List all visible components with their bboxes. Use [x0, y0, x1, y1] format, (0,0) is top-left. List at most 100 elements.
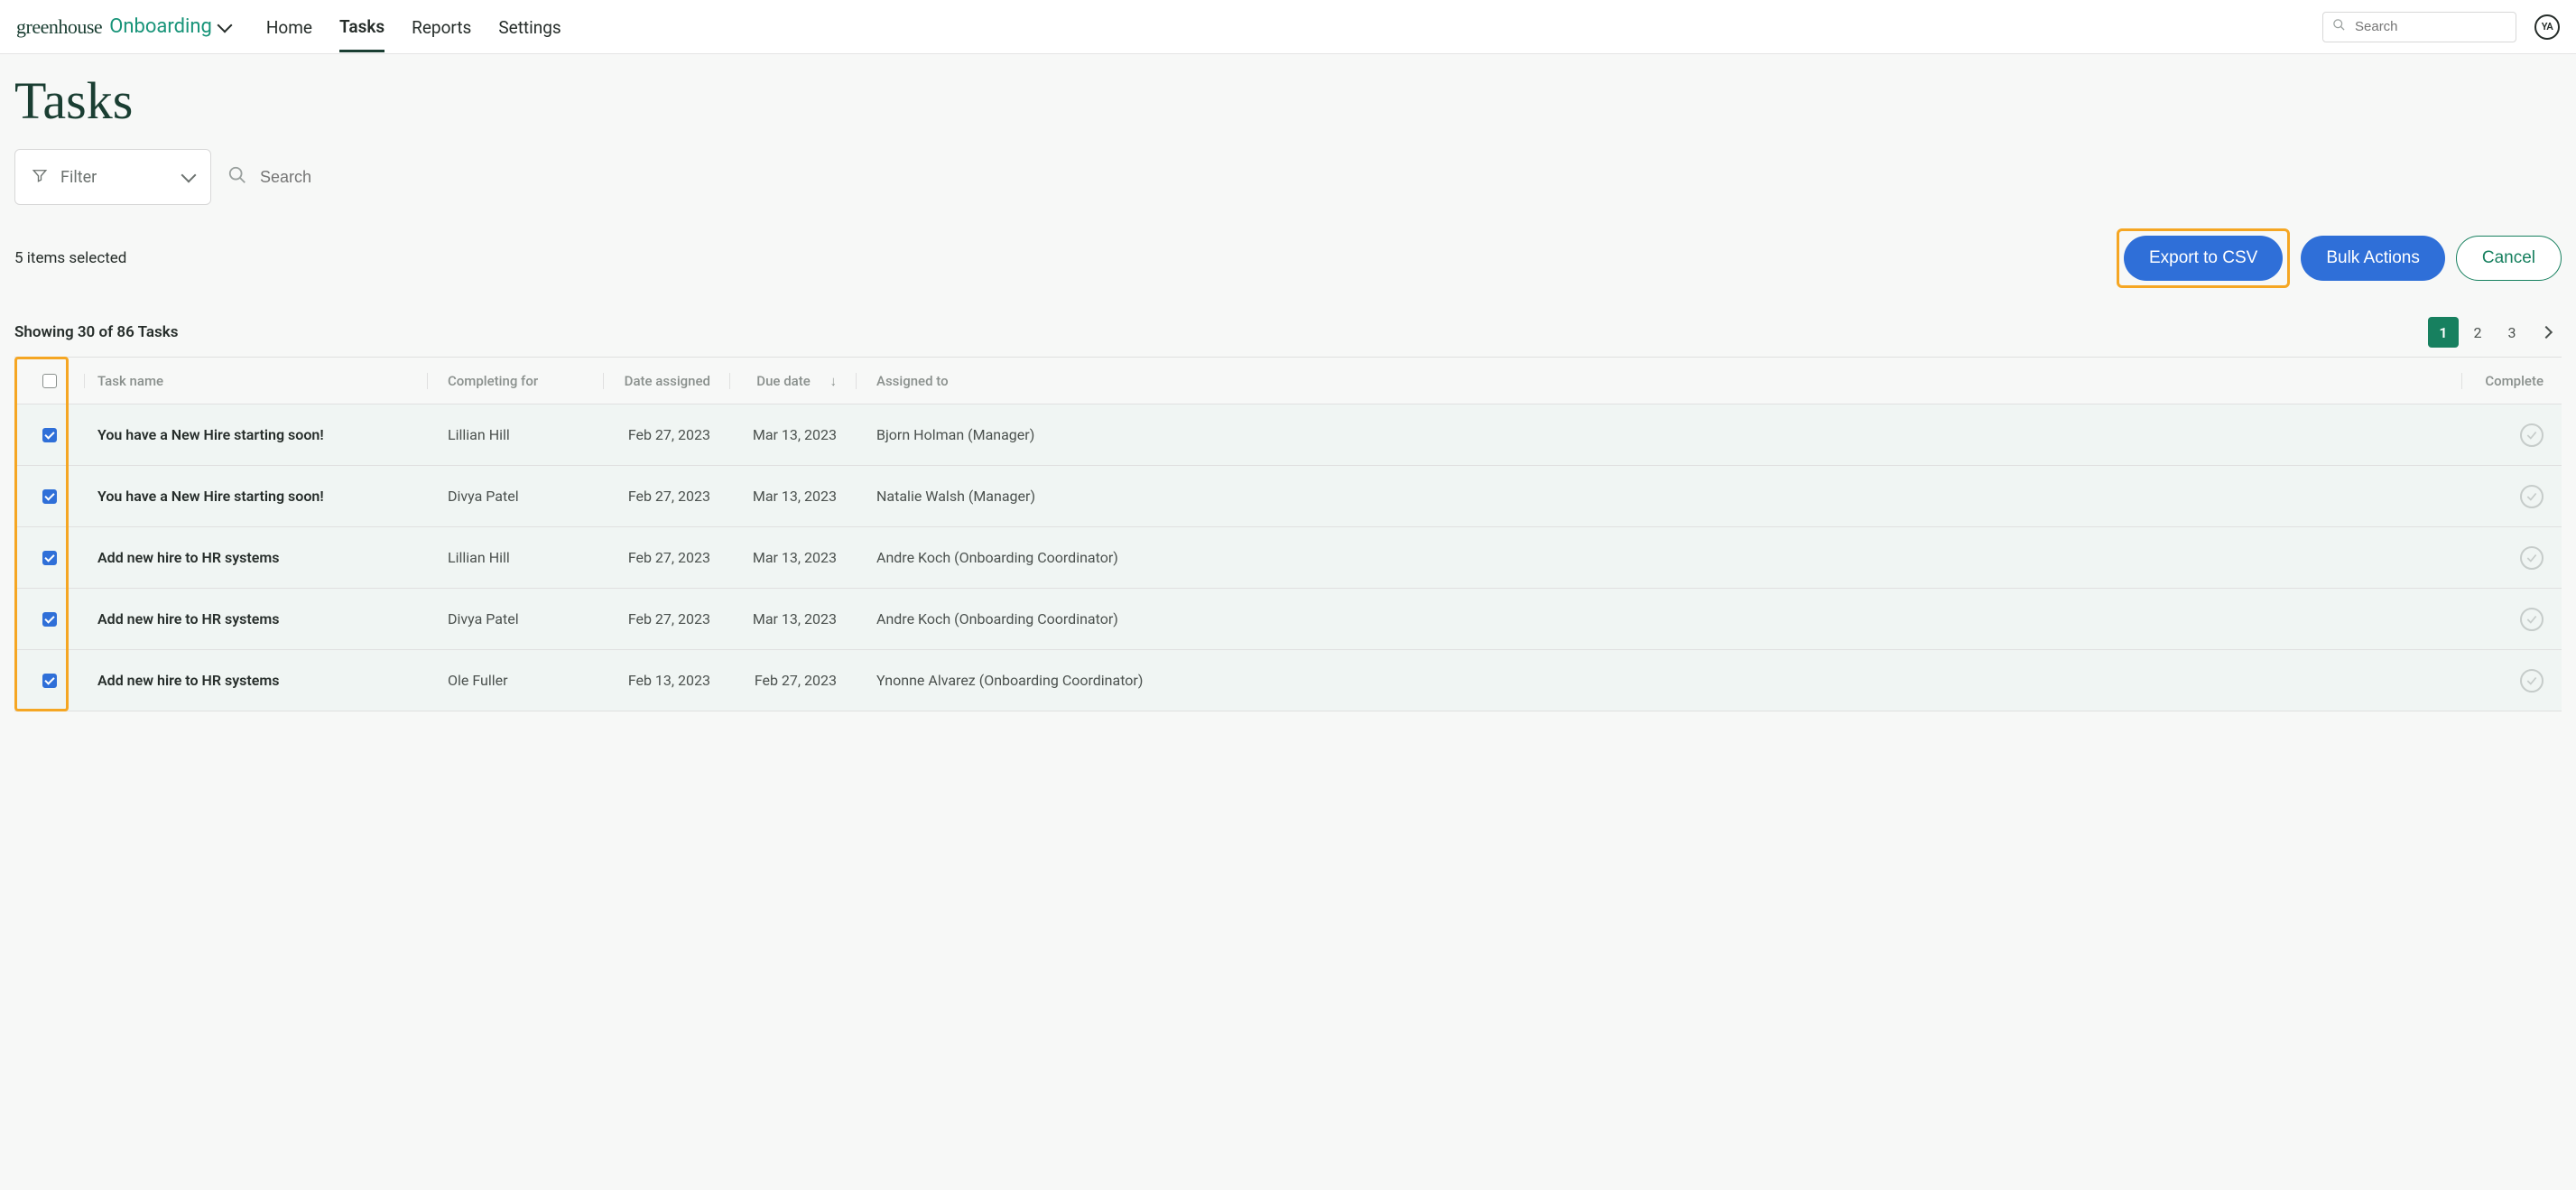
- highlight-export: Export to CSV: [2117, 228, 2290, 288]
- row-due-date: Feb 27, 2023: [730, 672, 857, 689]
- table-row[interactable]: Add new hire to HR systems Ole Fuller Fe…: [14, 650, 2562, 711]
- global-search-input[interactable]: [2355, 19, 2507, 34]
- nav-home[interactable]: Home: [266, 3, 312, 51]
- row-checkbox[interactable]: [42, 489, 57, 504]
- row-completing-for: Lillian Hill: [428, 549, 604, 566]
- row-assigned-to: Bjorn Holman (Manager): [857, 426, 2462, 443]
- row-assigned-to: Ynonne Alvarez (Onboarding Coordinator): [857, 672, 2462, 689]
- th-completing-for[interactable]: Completing for: [428, 373, 604, 389]
- row-task-name: You have a New Hire starting soon!: [85, 426, 428, 443]
- task-table-wrap: Task name Completing for Date assigned D…: [14, 357, 2562, 711]
- row-checkbox[interactable]: [42, 551, 57, 565]
- row-checkbox-cell: [14, 489, 85, 504]
- row-date-assigned: Feb 27, 2023: [604, 426, 730, 443]
- row-completing-for: Lillian Hill: [428, 426, 604, 443]
- search-icon: [227, 165, 247, 189]
- selected-count: 5 items selected: [14, 249, 126, 267]
- row-checkbox-cell: [14, 428, 85, 442]
- complete-toggle[interactable]: [2520, 423, 2544, 447]
- row-complete-cell: [2462, 608, 2562, 631]
- th-due-date[interactable]: Due date ↓: [730, 373, 857, 389]
- search-icon: [2332, 18, 2346, 35]
- row-checkbox-cell: [14, 551, 85, 565]
- th-assigned-to[interactable]: Assigned to: [857, 373, 2462, 389]
- row-checkbox-cell: [14, 612, 85, 627]
- table-row[interactable]: Add new hire to HR systems Divya Patel F…: [14, 589, 2562, 650]
- row-completing-for: Divya Patel: [428, 488, 604, 505]
- th-date-assigned[interactable]: Date assigned: [604, 373, 730, 389]
- bulk-actions-button[interactable]: Bulk Actions: [2301, 236, 2445, 281]
- complete-toggle[interactable]: [2520, 546, 2544, 570]
- row-checkbox[interactable]: [42, 428, 57, 442]
- table-row[interactable]: You have a New Hire starting soon! Divya…: [14, 466, 2562, 527]
- page-body: Tasks Filter 5 items selected Export to …: [0, 54, 2576, 1190]
- nav-tasks[interactable]: Tasks: [339, 2, 385, 52]
- filter-dropdown[interactable]: Filter: [14, 149, 211, 205]
- row-assigned-to: Andre Koch (Onboarding Coordinator): [857, 610, 2462, 628]
- complete-toggle[interactable]: [2520, 608, 2544, 631]
- page-search-input[interactable]: [260, 168, 531, 187]
- page-3[interactable]: 3: [2497, 317, 2527, 348]
- brand-logo[interactable]: greenhouse Onboarding: [16, 15, 230, 39]
- showing-count: Showing 30 of 86 Tasks: [14, 323, 178, 341]
- row-date-assigned: Feb 27, 2023: [604, 549, 730, 566]
- row-task-name: Add new hire to HR systems: [85, 610, 428, 628]
- row-task-name: Add new hire to HR systems: [85, 672, 428, 689]
- global-search[interactable]: [2322, 12, 2516, 42]
- th-complete: Complete: [2462, 373, 2562, 389]
- row-task-name: You have a New Hire starting soon!: [85, 488, 428, 505]
- table-header-row: Showing 30 of 86 Tasks 1 2 3: [14, 317, 2562, 348]
- row-due-date: Mar 13, 2023: [730, 549, 857, 566]
- row-due-date: Mar 13, 2023: [730, 488, 857, 505]
- chevron-right-icon: [2540, 326, 2553, 339]
- row-complete-cell: [2462, 423, 2562, 447]
- task-table: Task name Completing for Date assigned D…: [14, 357, 2562, 711]
- nav-reports[interactable]: Reports: [412, 3, 471, 51]
- brand-greenhouse-text: greenhouse: [16, 15, 102, 39]
- row-checkbox-cell: [14, 674, 85, 688]
- th-due-date-label: Due date: [756, 373, 810, 389]
- page-next[interactable]: [2531, 317, 2562, 348]
- table-row[interactable]: Add new hire to HR systems Lillian Hill …: [14, 527, 2562, 589]
- top-navbar: greenhouse Onboarding Home Tasks Reports…: [0, 0, 2576, 54]
- th-task-name[interactable]: Task name: [85, 373, 428, 389]
- row-task-name: Add new hire to HR systems: [85, 549, 428, 566]
- complete-toggle[interactable]: [2520, 669, 2544, 693]
- row-complete-cell: [2462, 485, 2562, 508]
- row-assigned-to: Andre Koch (Onboarding Coordinator): [857, 549, 2462, 566]
- select-all-checkbox[interactable]: [42, 374, 57, 388]
- page-search[interactable]: [211, 165, 547, 189]
- avatar[interactable]: YA: [2534, 14, 2560, 40]
- page-title: Tasks: [14, 70, 2562, 131]
- nav-right: YA: [2322, 12, 2560, 42]
- table-head: Task name Completing for Date assigned D…: [14, 358, 2562, 404]
- chevron-down-icon[interactable]: [217, 17, 232, 33]
- funnel-icon: [32, 167, 48, 187]
- row-date-assigned: Feb 27, 2023: [604, 610, 730, 628]
- row-completing-for: Ole Fuller: [428, 672, 604, 689]
- action-buttons: Export to CSV Bulk Actions Cancel: [2117, 228, 2562, 288]
- complete-toggle[interactable]: [2520, 485, 2544, 508]
- brand-onboarding-text: Onboarding: [109, 15, 212, 38]
- export-csv-button[interactable]: Export to CSV: [2124, 236, 2283, 281]
- page-2[interactable]: 2: [2462, 317, 2493, 348]
- row-complete-cell: [2462, 669, 2562, 693]
- filter-search-row: Filter: [14, 149, 2562, 205]
- row-complete-cell: [2462, 546, 2562, 570]
- row-date-assigned: Feb 27, 2023: [604, 488, 730, 505]
- filter-label: Filter: [60, 168, 97, 187]
- pager: 1 2 3: [2428, 317, 2562, 348]
- page-1[interactable]: 1: [2428, 317, 2459, 348]
- nav-links: Home Tasks Reports Settings: [266, 2, 2322, 52]
- row-due-date: Mar 13, 2023: [730, 610, 857, 628]
- table-row[interactable]: You have a New Hire starting soon! Lilli…: [14, 404, 2562, 466]
- chevron-down-icon: [181, 168, 197, 183]
- row-checkbox[interactable]: [42, 674, 57, 688]
- row-assigned-to: Natalie Walsh (Manager): [857, 488, 2462, 505]
- nav-settings[interactable]: Settings: [498, 3, 561, 51]
- row-checkbox[interactable]: [42, 612, 57, 627]
- row-completing-for: Divya Patel: [428, 610, 604, 628]
- row-date-assigned: Feb 13, 2023: [604, 672, 730, 689]
- cancel-button[interactable]: Cancel: [2456, 236, 2562, 281]
- sort-arrow-icon: ↓: [830, 373, 838, 389]
